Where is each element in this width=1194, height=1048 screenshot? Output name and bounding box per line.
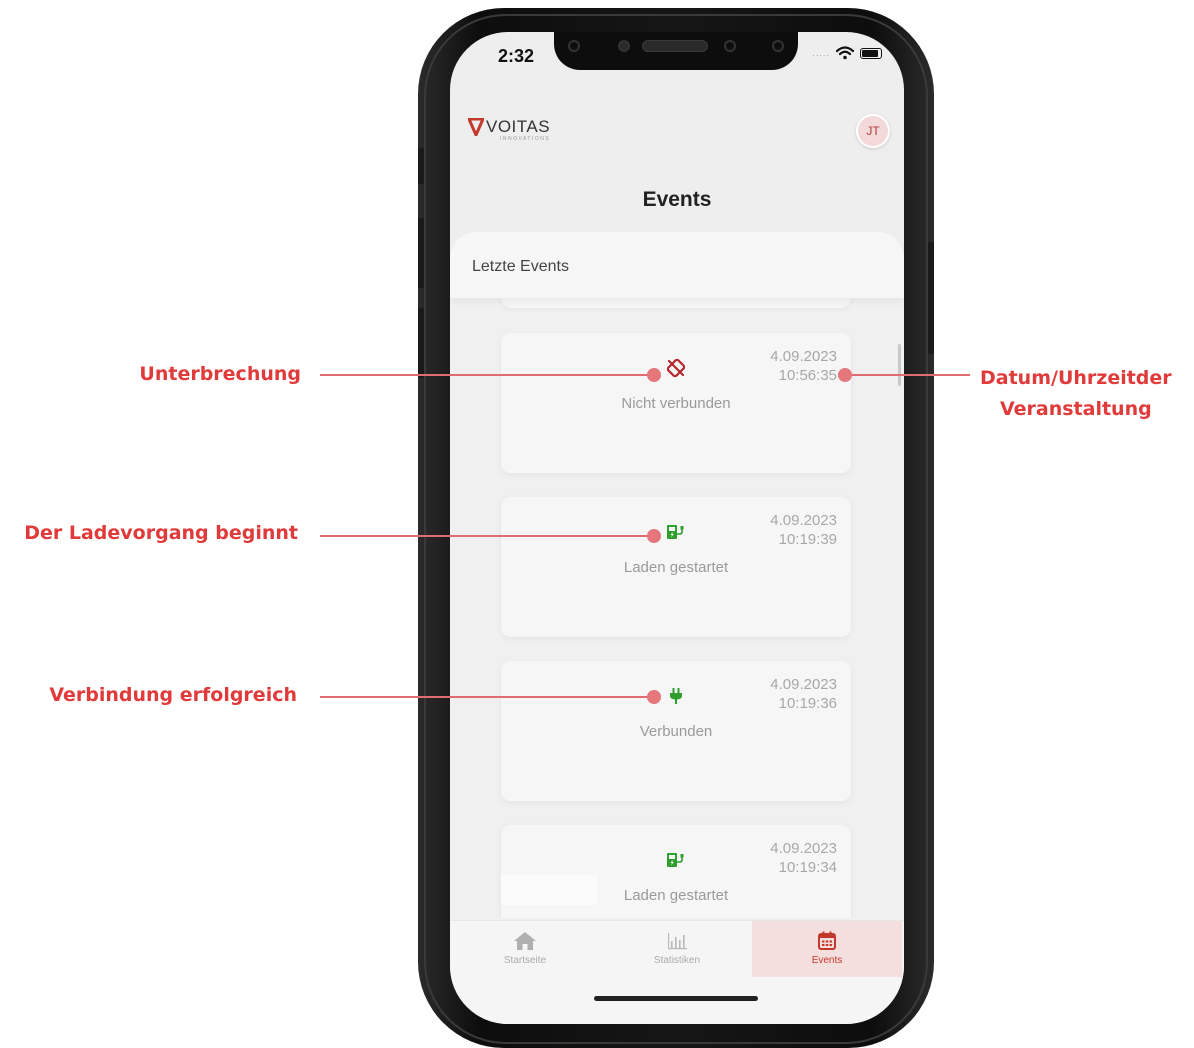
- annotation-line: [320, 374, 654, 376]
- annotation-dot: [647, 690, 661, 704]
- event-label: Verbunden: [639, 723, 713, 740]
- event-date: 4.09.2023: [770, 676, 837, 693]
- annotation-ladevorgang: Der Ladevorgang beginnt: [24, 522, 298, 544]
- home-icon: [514, 932, 536, 950]
- front-camera-icon: [772, 40, 784, 52]
- events-panel-title: Letzte Events: [472, 258, 569, 275]
- voitas-logo-icon: [468, 118, 484, 136]
- sensor-icon: [618, 40, 630, 52]
- tab-label: Startseite: [503, 955, 547, 966]
- battery-icon: [860, 47, 882, 59]
- event-label: Laden gestartet: [623, 559, 729, 576]
- phone-screen: 2:32 ..... VOITAS INNOVATIONS JT Events: [450, 32, 904, 1024]
- annotation-line: [320, 535, 654, 537]
- annotation-dot: [647, 529, 661, 543]
- event-timestamp: 4.09.2023 10:56:35: [770, 347, 837, 385]
- status-time: 2:32: [498, 46, 535, 66]
- power-button: [928, 242, 934, 354]
- event-timestamp: 4.09.2023 10:19:34: [770, 839, 837, 877]
- event-date: 4.09.2023: [770, 840, 837, 857]
- annotation-datum-line1: Datum/Uhrzeitder: [980, 367, 1172, 389]
- event-label: Laden gestartet: [623, 887, 729, 904]
- speaker-grille: [642, 40, 708, 52]
- volume-up-button: [418, 218, 424, 288]
- brand-logo: VOITAS INNOVATIONS: [468, 118, 550, 142]
- user-avatar[interactable]: JT: [856, 114, 890, 148]
- tab-label: Events: [811, 955, 843, 966]
- event-time: 10:19:34: [778, 859, 837, 876]
- tab-startseite[interactable]: Startseite: [450, 921, 600, 977]
- calendar-icon: [818, 931, 836, 950]
- events-list[interactable]: Nicht verbunden 4.09.2023 10:56:35 Laden…: [450, 298, 904, 918]
- bottom-nav: Startseite Statistiken Events: [450, 920, 904, 1024]
- annotation-line: [320, 696, 654, 698]
- tab-label: Statistiken: [653, 955, 701, 966]
- event-card[interactable]: Verbunden 4.09.2023 10:19:36: [501, 661, 851, 801]
- sensor-icon: [724, 40, 736, 52]
- event-time: 10:19:39: [778, 531, 837, 548]
- annotation-dot: [838, 368, 852, 382]
- event-date: 4.09.2023: [770, 348, 837, 365]
- status-icons: .....: [812, 46, 882, 60]
- annotation-unterbrechung: Unterbrechung: [139, 363, 301, 385]
- logo-tagline: INNOVATIONS: [500, 136, 551, 142]
- previous-card-edge: [501, 298, 851, 308]
- tab-statistiken[interactable]: Statistiken: [602, 921, 752, 977]
- notch: [554, 32, 798, 70]
- event-card[interactable]: Laden gestartet 4.09.2023 10:19:34: [501, 825, 851, 918]
- bar-chart-icon: [668, 933, 687, 950]
- event-label: Nicht verbunden: [621, 395, 731, 412]
- mute-switch: [418, 148, 424, 184]
- event-card[interactable]: Nicht verbunden 4.09.2023 10:56:35: [501, 333, 851, 473]
- scrollbar[interactable]: [898, 344, 901, 386]
- event-timestamp: 4.09.2023 10:19:39: [770, 511, 837, 549]
- plug-icon: [659, 683, 693, 709]
- sensor-icon: [568, 40, 580, 52]
- charging-station-icon: [659, 519, 693, 545]
- logo-name: VOITAS: [486, 117, 551, 136]
- page-title: Events: [642, 188, 712, 211]
- event-card[interactable]: Laden gestartet 4.09.2023 10:19:39: [501, 497, 851, 637]
- event-date: 4.09.2023: [770, 512, 837, 529]
- unlink-icon: [659, 355, 693, 381]
- annotation-datum-line2: Veranstaltung: [999, 398, 1152, 420]
- signal-dots: .....: [812, 48, 830, 58]
- wifi-icon: [836, 46, 854, 60]
- annotation-verbindung: Verbindung erfolgreich: [49, 684, 297, 706]
- annotation-line: [845, 374, 970, 376]
- home-indicator: [594, 996, 758, 1001]
- event-time: 10:56:35: [778, 367, 837, 384]
- event-time: 10:19:36: [778, 695, 837, 712]
- annotation-datum: Datum/Uhrzeitder Veranstaltung: [980, 363, 1172, 425]
- annotation-dot: [647, 368, 661, 382]
- events-panel-header: Letzte Events: [450, 232, 904, 298]
- event-timestamp: 4.09.2023 10:19:36: [770, 675, 837, 713]
- tab-events[interactable]: Events: [752, 921, 902, 977]
- volume-down-button: [418, 308, 424, 378]
- charging-station-icon: [659, 847, 693, 873]
